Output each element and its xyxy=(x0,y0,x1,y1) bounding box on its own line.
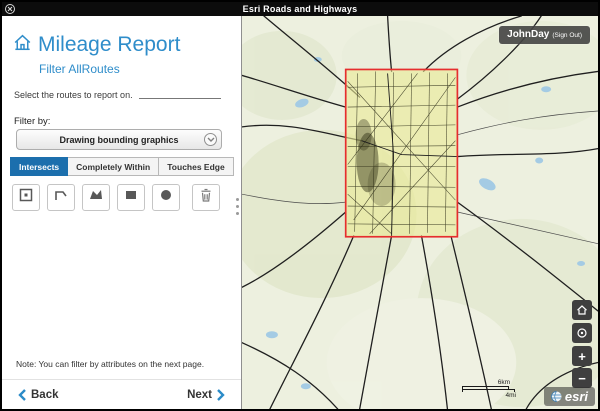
back-label: Back xyxy=(31,389,59,401)
panel-collapse-handle[interactable] xyxy=(234,198,240,215)
esri-logo: esri xyxy=(544,387,595,406)
window-title: Esri Roads and Highways xyxy=(243,4,358,14)
locate-button[interactable] xyxy=(572,323,592,343)
esri-globe-icon xyxy=(551,391,562,402)
user-sign-out-button[interactable]: JohnDay (Sign Out) xyxy=(499,26,590,44)
next-label: Next xyxy=(187,389,212,401)
draw-circle-tool-button[interactable] xyxy=(152,184,180,211)
page-header: Mileage Report xyxy=(12,32,180,58)
dropdown-selected-value: Drawing bounding graphics xyxy=(60,135,179,145)
chevron-left-icon xyxy=(18,389,26,401)
draw-tools-toolbar xyxy=(12,184,220,211)
titlebar: Esri Roads and Highways xyxy=(2,2,598,16)
extent-icon xyxy=(18,187,34,208)
scalebar-mi-label: 4mi xyxy=(462,392,522,399)
close-icon[interactable] xyxy=(5,4,15,14)
map-canvas[interactable]: JohnDay (Sign Out) + − 6km xyxy=(242,16,598,409)
user-name: JohnDay xyxy=(507,29,549,40)
circle-icon xyxy=(158,187,174,208)
tab-touches-edge[interactable]: Touches Edge xyxy=(158,157,233,176)
app-window: Esri Roads and Highways Mileage Report F… xyxy=(0,0,600,411)
esri-wordmark: esri xyxy=(565,390,588,403)
home-icon xyxy=(576,304,588,316)
zoom-in-button[interactable]: + xyxy=(572,346,592,366)
chevron-down-icon xyxy=(204,133,217,146)
app-body: Mileage Report Filter AllRoutes Select t… xyxy=(2,16,598,409)
basemap xyxy=(242,16,598,409)
polyline-icon xyxy=(53,187,69,208)
draw-rectangle-tool-button[interactable] xyxy=(117,184,145,211)
page-subtitle: Filter AllRoutes xyxy=(39,62,120,76)
tab-intersects[interactable]: Intersects xyxy=(10,157,68,176)
scalebar-km-label: 6km xyxy=(462,379,522,386)
zoom-out-button[interactable]: − xyxy=(572,368,592,388)
wizard-nav-bar: Back Next xyxy=(2,379,241,409)
spatial-filter-tabs: Intersects Completely Within Touches Edg… xyxy=(10,157,234,176)
page-title: Mileage Report xyxy=(38,33,180,57)
locate-icon xyxy=(576,327,588,339)
next-button[interactable]: Next xyxy=(187,389,225,401)
draw-polygon-tool-button[interactable] xyxy=(82,184,110,211)
instruction-row: Select the routes to report on. xyxy=(14,90,221,100)
home-button[interactable] xyxy=(572,300,592,320)
clear-graphics-button[interactable] xyxy=(192,184,220,211)
scalebar: 6km 4mi xyxy=(462,379,522,399)
instruction-text: Select the routes to report on. xyxy=(14,90,133,100)
back-button[interactable]: Back xyxy=(18,389,59,401)
tab-completely-within[interactable]: Completely Within xyxy=(67,157,159,176)
sidebar-panel: Mileage Report Filter AllRoutes Select t… xyxy=(2,16,242,409)
draw-extent-tool-button[interactable] xyxy=(12,184,40,211)
filter-by-label: Filter by: xyxy=(14,116,50,127)
filter-method-dropdown[interactable]: Drawing bounding graphics xyxy=(16,129,222,150)
note-text: Note: You can filter by attributes on th… xyxy=(16,359,204,369)
trash-icon xyxy=(198,187,214,208)
polygon-icon xyxy=(88,187,104,208)
instruction-underline xyxy=(139,91,221,99)
sign-out-label: (Sign Out) xyxy=(552,32,582,39)
map-controls: + − xyxy=(572,300,592,388)
draw-polyline-tool-button[interactable] xyxy=(47,184,75,211)
chevron-right-icon xyxy=(217,389,225,401)
rectangle-icon xyxy=(123,187,139,208)
mileage-report-home-icon xyxy=(12,32,33,58)
